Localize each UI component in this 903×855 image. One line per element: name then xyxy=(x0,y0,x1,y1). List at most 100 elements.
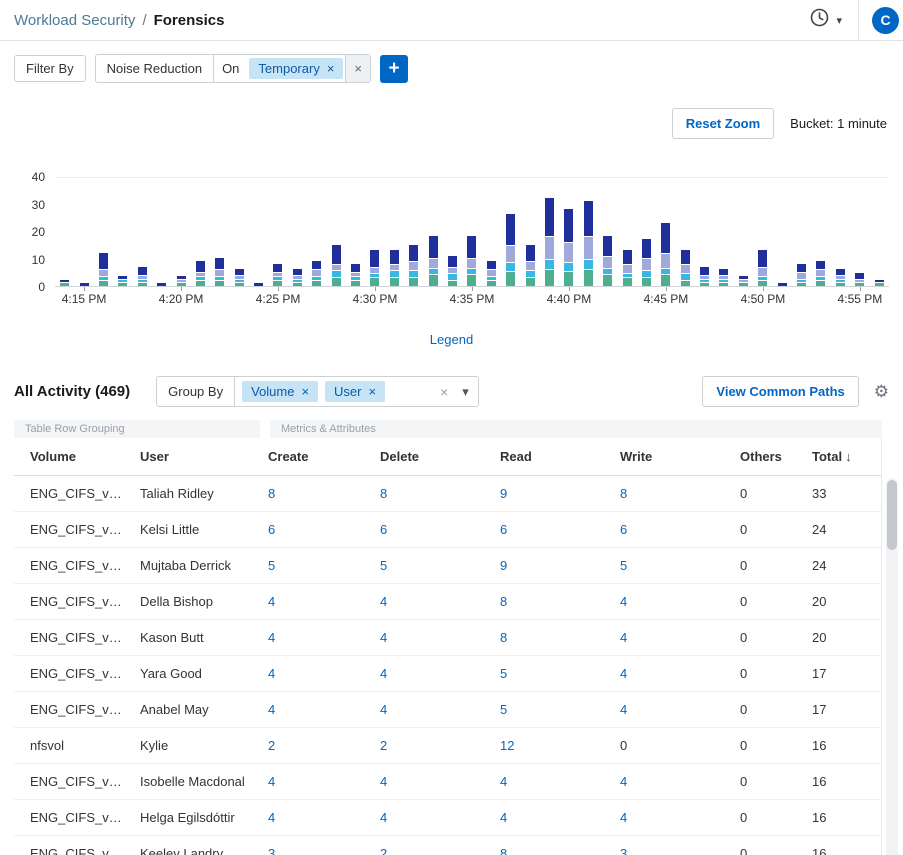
chart-bar[interactable] xyxy=(540,178,559,286)
chart-bar[interactable] xyxy=(559,178,578,286)
write-count-link[interactable]: 3 xyxy=(620,846,627,855)
delete-count-link[interactable]: 4 xyxy=(380,702,387,717)
create-count-link[interactable]: 4 xyxy=(268,666,275,681)
create-count-link[interactable]: 8 xyxy=(268,486,275,501)
filter-attribute[interactable]: Noise Reduction xyxy=(96,55,214,82)
create-count-link[interactable]: 4 xyxy=(268,702,275,717)
gear-icon[interactable]: ⚙ xyxy=(874,382,889,402)
delete-count-link[interactable]: 4 xyxy=(380,630,387,645)
write-count-link[interactable]: 5 xyxy=(620,558,627,573)
delete-count-link[interactable]: 4 xyxy=(380,666,387,681)
chart-bar[interactable] xyxy=(307,178,326,286)
avatar[interactable]: C xyxy=(872,7,899,34)
chart-bar[interactable] xyxy=(869,178,888,286)
chart-bar[interactable] xyxy=(326,178,345,286)
chart-bar[interactable] xyxy=(792,178,811,286)
create-count-link[interactable]: 5 xyxy=(268,558,275,573)
chart-bar[interactable] xyxy=(462,178,481,286)
delete-count-link[interactable]: 5 xyxy=(380,558,387,573)
scrollbar-thumb[interactable] xyxy=(887,480,897,550)
chart-bar[interactable] xyxy=(133,178,152,286)
chart-bar[interactable] xyxy=(850,178,869,286)
clear-groups-button[interactable]: × xyxy=(435,377,453,406)
delete-count-link[interactable]: 2 xyxy=(380,738,387,753)
read-count-link[interactable]: 4 xyxy=(500,810,507,825)
reset-zoom-button[interactable]: Reset Zoom xyxy=(672,108,774,139)
chart-bar[interactable] xyxy=(346,178,365,286)
create-count-link[interactable]: 2 xyxy=(268,738,275,753)
write-count-link[interactable]: 6 xyxy=(620,522,627,537)
legend-toggle[interactable]: Legend xyxy=(430,332,473,347)
column-header-user[interactable]: User xyxy=(134,438,262,475)
remove-value-icon[interactable]: × xyxy=(327,61,335,76)
column-header-write[interactable]: Write xyxy=(614,438,734,475)
group-chip-user[interactable]: User × xyxy=(325,381,385,402)
read-count-link[interactable]: 5 xyxy=(500,666,507,681)
view-common-paths-button[interactable]: View Common Paths xyxy=(702,376,858,407)
chart-bar[interactable] xyxy=(113,178,132,286)
chart-bar[interactable] xyxy=(191,178,210,286)
create-count-link[interactable]: 4 xyxy=(268,594,275,609)
chart-bar[interactable] xyxy=(55,178,74,286)
delete-count-link[interactable]: 2 xyxy=(380,846,387,855)
filter-value-chip[interactable]: Temporary × xyxy=(249,58,343,79)
filter-by-button[interactable]: Filter By xyxy=(14,55,86,82)
chart-bar[interactable] xyxy=(230,178,249,286)
column-header-read[interactable]: Read xyxy=(494,438,614,475)
create-count-link[interactable]: 4 xyxy=(268,810,275,825)
create-count-link[interactable]: 4 xyxy=(268,630,275,645)
read-count-link[interactable]: 9 xyxy=(500,486,507,501)
column-header-others[interactable]: Others xyxy=(734,438,806,475)
write-count-link[interactable]: 4 xyxy=(620,630,627,645)
chart-bar[interactable] xyxy=(617,178,636,286)
chart-bar[interactable] xyxy=(695,178,714,286)
chart-bar[interactable] xyxy=(268,178,287,286)
chart-bar[interactable] xyxy=(753,178,772,286)
chart-bar[interactable] xyxy=(637,178,656,286)
chart-bar[interactable] xyxy=(811,178,830,286)
chart-bar[interactable] xyxy=(74,178,93,286)
chart-bar[interactable] xyxy=(520,178,539,286)
write-count-link[interactable]: 8 xyxy=(620,486,627,501)
read-count-link[interactable]: 9 xyxy=(500,558,507,573)
read-count-link[interactable]: 4 xyxy=(500,774,507,789)
delete-count-link[interactable]: 4 xyxy=(380,774,387,789)
create-count-link[interactable]: 3 xyxy=(268,846,275,855)
write-count-link[interactable]: 4 xyxy=(620,594,627,609)
chart-bar[interactable] xyxy=(656,178,675,286)
write-count-link[interactable]: 4 xyxy=(620,666,627,681)
chart-bar[interactable] xyxy=(171,178,190,286)
remove-group-icon[interactable]: × xyxy=(369,384,377,399)
chart-bar[interactable] xyxy=(385,178,404,286)
read-count-link[interactable]: 8 xyxy=(500,846,507,855)
read-count-link[interactable]: 6 xyxy=(500,522,507,537)
read-count-link[interactable]: 5 xyxy=(500,702,507,717)
delete-count-link[interactable]: 8 xyxy=(380,486,387,501)
write-count-link[interactable]: 4 xyxy=(620,774,627,789)
delete-count-link[interactable]: 4 xyxy=(380,810,387,825)
breadcrumb-parent-link[interactable]: Workload Security xyxy=(14,12,135,29)
chart-bar[interactable] xyxy=(288,178,307,286)
chart-bar[interactable] xyxy=(404,178,423,286)
chart-bar[interactable] xyxy=(831,178,850,286)
chart-bar[interactable] xyxy=(249,178,268,286)
write-count-link[interactable]: 4 xyxy=(620,810,627,825)
chart-bar[interactable] xyxy=(94,178,113,286)
chart-bar[interactable] xyxy=(365,178,384,286)
time-range-picker[interactable]: ▾ xyxy=(794,0,858,40)
chart-bar[interactable] xyxy=(734,178,753,286)
write-count-link[interactable]: 4 xyxy=(620,702,627,717)
chevron-down-icon[interactable]: ▾ xyxy=(453,377,478,406)
table-scrollbar[interactable] xyxy=(886,478,898,855)
column-header-delete[interactable]: Delete xyxy=(374,438,494,475)
column-header-create[interactable]: Create xyxy=(262,438,374,475)
delete-count-link[interactable]: 6 xyxy=(380,522,387,537)
chart-bar[interactable] xyxy=(482,178,501,286)
column-header-total[interactable]: Total↓ xyxy=(806,438,881,475)
create-count-link[interactable]: 4 xyxy=(268,774,275,789)
read-count-link[interactable]: 8 xyxy=(500,630,507,645)
read-count-link[interactable]: 12 xyxy=(500,738,514,753)
chart-bar[interactable] xyxy=(598,178,617,286)
clear-filter-button[interactable]: × xyxy=(345,55,370,82)
chart-bar[interactable] xyxy=(772,178,791,286)
